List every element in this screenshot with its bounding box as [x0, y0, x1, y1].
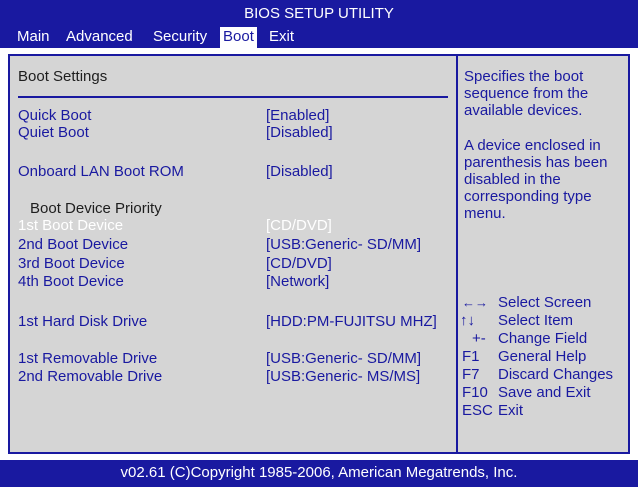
- key-desc: Select Item: [498, 312, 574, 329]
- key-plus-minus: +-: [472, 330, 486, 347]
- copyright-text: v02.61 (C)Copyright 1985-2006, American …: [120, 464, 518, 481]
- boot-device-4-value[interactable]: [Network]: [266, 273, 329, 290]
- help-line: menu.: [464, 205, 506, 222]
- app-title: BIOS SETUP UTILITY: [244, 5, 394, 22]
- boot-device-3-label[interactable]: 3rd Boot Device: [18, 255, 125, 272]
- boot-device-2-label[interactable]: 2nd Boot Device: [18, 236, 128, 253]
- section-divider: [18, 96, 448, 98]
- key-desc: General Help: [498, 348, 587, 365]
- help-line: A device enclosed in: [464, 137, 601, 154]
- settings-panel: Boot Settings Quick Boot [Enabled] Quiet…: [8, 54, 630, 454]
- footer-bar: v02.61 (C)Copyright 1985-2006, American …: [0, 460, 638, 487]
- menu-exit[interactable]: Exit: [266, 27, 297, 48]
- quiet-boot-value[interactable]: [Disabled]: [266, 124, 333, 141]
- quiet-boot-label[interactable]: Quiet Boot: [18, 124, 89, 141]
- priority-header: Boot Device Priority: [30, 200, 162, 217]
- onboard-lan-label[interactable]: Onboard LAN Boot ROM: [18, 163, 184, 180]
- removable-drive-1-label[interactable]: 1st Removable Drive: [18, 350, 157, 367]
- help-line: Specifies the boot: [464, 68, 584, 85]
- key-desc: Change Field: [498, 330, 588, 347]
- help-line: corresponding type: [464, 188, 592, 205]
- quick-boot-value[interactable]: [Enabled]: [266, 107, 329, 124]
- title-bar: BIOS SETUP UTILITY: [0, 0, 638, 27]
- removable-drive-1-value[interactable]: [USB:Generic- SD/MM]: [266, 350, 421, 367]
- bios-screen: BIOS SETUP UTILITY Main Advanced Securit…: [0, 0, 638, 487]
- arrows-ud-icon: ↑↓: [460, 312, 475, 329]
- hard-disk-1-label[interactable]: 1st Hard Disk Drive: [18, 313, 147, 330]
- hard-disk-1-value[interactable]: [HDD:PM-FUJITSU MHZ]: [266, 313, 437, 330]
- onboard-lan-value[interactable]: [Disabled]: [266, 163, 333, 180]
- panel-divider: [456, 56, 458, 452]
- key-desc: Save and Exit: [498, 384, 591, 401]
- key-desc: Exit: [498, 402, 524, 419]
- help-line: available devices.: [464, 102, 583, 119]
- menu-bar: Main Advanced Security Boot Exit: [0, 27, 638, 48]
- removable-drive-2-label[interactable]: 2nd Removable Drive: [18, 368, 162, 385]
- key-desc: Discard Changes: [498, 366, 614, 383]
- quick-boot-label[interactable]: Quick Boot: [18, 107, 91, 124]
- boot-device-3-value[interactable]: [CD/DVD]: [266, 255, 332, 272]
- key-f1: F1: [462, 348, 480, 365]
- help-text: Specifies the boot sequence from the ava…: [464, 68, 607, 222]
- help-line: disabled in the: [464, 171, 561, 188]
- section-title: Boot Settings: [18, 68, 108, 85]
- boot-device-4-label[interactable]: 4th Boot Device: [18, 273, 124, 290]
- menu-main[interactable]: Main: [14, 27, 53, 48]
- boot-device-1-label[interactable]: 1st Boot Device: [18, 217, 123, 234]
- key-f7: F7: [462, 366, 480, 383]
- boot-device-1-value[interactable]: [CD/DVD]: [266, 217, 332, 234]
- removable-drive-2-value[interactable]: [USB:Generic- MS/MS]: [266, 368, 420, 385]
- arrows-lr-icon: ←→: [462, 295, 488, 310]
- help-line: parenthesis has been: [464, 154, 608, 171]
- key-desc: Select Screen: [498, 294, 592, 311]
- menu-security[interactable]: Security: [150, 27, 210, 48]
- help-line: sequence from the: [464, 85, 589, 102]
- menu-boot[interactable]: Boot: [220, 27, 257, 48]
- boot-device-2-value[interactable]: [USB:Generic- SD/MM]: [266, 236, 421, 253]
- key-esc: ESC: [462, 402, 493, 419]
- menu-advanced[interactable]: Advanced: [63, 27, 136, 48]
- key-f10: F10: [462, 384, 488, 401]
